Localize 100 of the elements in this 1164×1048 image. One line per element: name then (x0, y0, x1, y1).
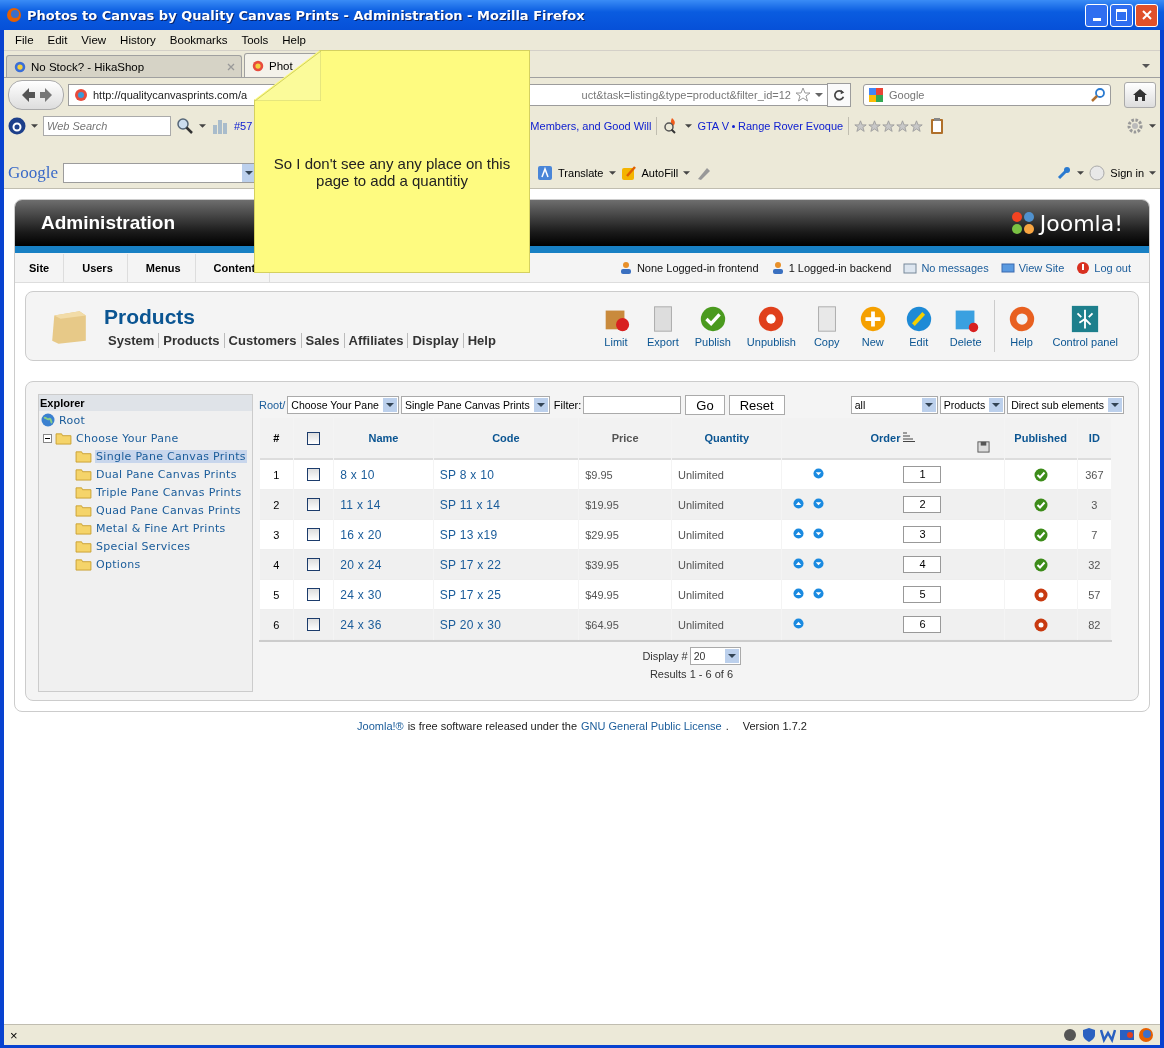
row-checkbox[interactable] (307, 498, 320, 512)
menu-item[interactable]: Tools (234, 34, 276, 46)
star-rating[interactable] (854, 119, 924, 133)
select-all-checkbox[interactable] (307, 431, 320, 445)
row-checkbox[interactable] (307, 558, 320, 572)
check-icon[interactable] (1033, 527, 1048, 542)
footer-link[interactable]: GNU General Public License (581, 720, 722, 732)
column-header[interactable]: Code (492, 432, 520, 444)
menu-item[interactable]: Help (275, 34, 313, 46)
browser-tab[interactable]: No Stock? - HikaShop (6, 55, 242, 77)
submenu-item[interactable]: Sales (305, 332, 340, 348)
filter-select[interactable]: Products (939, 396, 1006, 414)
toolbar-button[interactable]: Translate (558, 167, 604, 179)
tree-item[interactable]: Options (95, 557, 142, 571)
toolbar-button[interactable]: Edit (895, 304, 942, 348)
toolbar-link[interactable]: GTA V (697, 120, 729, 132)
tree-item[interactable]: Root (58, 413, 87, 427)
row-checkbox[interactable] (307, 528, 320, 542)
row-checkbox[interactable] (307, 468, 320, 482)
save-icon[interactable] (976, 440, 990, 453)
move-up-icon[interactable] (792, 618, 804, 629)
breadcrumb-link[interactable]: Root/ (259, 399, 286, 411)
menu-item[interactable]: History (113, 34, 163, 46)
category-select[interactable]: Choose Your Pane (287, 396, 399, 414)
tab-list-icon[interactable] (1142, 63, 1150, 69)
browser-logo-icon[interactable] (1138, 1027, 1154, 1043)
tree-item[interactable]: Special Services (95, 539, 192, 553)
move-up-icon[interactable] (792, 498, 804, 509)
product-code-link[interactable]: SP 8 x 10 (439, 467, 495, 482)
dropdown-icon[interactable] (1149, 123, 1156, 129)
submenu-item[interactable]: Products (163, 332, 220, 348)
move-down-icon[interactable] (812, 588, 824, 599)
dropdown-icon[interactable] (1149, 170, 1156, 176)
row-checkbox[interactable] (307, 618, 320, 632)
wrench-icon[interactable] (1056, 165, 1073, 181)
column-header[interactable]: Published (1014, 432, 1067, 444)
move-down-icon[interactable] (812, 558, 824, 569)
search-field[interactable]: Google (863, 84, 1111, 106)
move-up-icon[interactable] (792, 558, 804, 569)
toolbar-link[interactable]: Range Rover Evoque (738, 120, 844, 132)
column-header[interactable]: ID (1088, 432, 1100, 444)
w-logo-icon[interactable] (1100, 1027, 1116, 1043)
go-button[interactable]: Go (685, 395, 725, 415)
filter-select[interactable]: Direct sub elements (1007, 396, 1124, 414)
submenu-item[interactable]: Customers (228, 332, 297, 348)
toolbar-button[interactable]: Copy (803, 304, 850, 348)
toolbar-button[interactable]: Export (638, 304, 687, 348)
tree-item[interactable]: Single Pane Canvas Prints (95, 449, 247, 463)
toolbar-button[interactable]: Delete (941, 304, 990, 348)
submenu-item[interactable]: Display (412, 332, 459, 348)
dropdown-icon[interactable] (199, 123, 206, 129)
stop-icon[interactable] (1033, 617, 1048, 632)
submenu-item[interactable]: Affiliates (348, 332, 404, 348)
translate-icon[interactable] (537, 165, 554, 181)
filter-select[interactable]: all (850, 396, 938, 414)
status-link[interactable]: View Site (1018, 261, 1065, 274)
move-up-icon[interactable] (792, 528, 804, 539)
toolbar-button[interactable]: Help (998, 304, 1045, 348)
order-field[interactable]: 5 (903, 586, 942, 603)
dropdown-icon[interactable] (31, 123, 38, 129)
toolbar-button[interactable]: Unpublish (738, 304, 804, 348)
check-icon[interactable] (1033, 467, 1048, 482)
reset-button[interactable]: Reset (728, 395, 785, 415)
tree-item[interactable]: Quad Pane Canvas Prints (95, 503, 242, 517)
menu-item[interactable]: File (8, 34, 41, 46)
order-field[interactable]: 3 (903, 526, 942, 543)
close-button[interactable] (1135, 3, 1158, 27)
tree-item[interactable]: Choose Your Pane (75, 431, 180, 445)
collapse-toggle-icon[interactable] (43, 433, 52, 443)
category-select[interactable]: Single Pane Canvas Prints (400, 396, 550, 414)
submenu-item[interactable]: System (108, 332, 155, 348)
shield-icon[interactable] (1081, 1027, 1097, 1043)
admin-menu-item[interactable]: Menus (131, 253, 196, 282)
order-field[interactable]: 2 (903, 496, 942, 513)
move-down-icon[interactable] (812, 528, 824, 539)
back-forward-buttons[interactable] (8, 80, 64, 110)
status-link[interactable]: Log out (1094, 261, 1131, 274)
search-icon[interactable] (176, 117, 194, 135)
check-icon[interactable] (1033, 497, 1048, 512)
move-down-icon[interactable] (812, 468, 824, 479)
order-field[interactable]: 4 (903, 556, 942, 573)
dropdown-icon[interactable] (1077, 170, 1085, 176)
move-up-icon[interactable] (792, 588, 804, 599)
toolbar-link[interactable]: #57 (234, 120, 253, 132)
sign-in-button[interactable]: Sign in (1110, 167, 1144, 179)
close-bar-button[interactable]: × (10, 1027, 18, 1043)
admin-menu-item[interactable]: Site (15, 253, 65, 282)
admin-menu-item[interactable]: Users (68, 253, 128, 282)
home-button[interactable] (1124, 82, 1156, 108)
row-checkbox[interactable] (307, 588, 320, 602)
menu-item[interactable]: View (74, 34, 114, 46)
tree-item[interactable]: Triple Pane Canvas Prints (95, 485, 243, 499)
footer-link[interactable]: Joomla!® (357, 720, 404, 732)
menu-item[interactable]: Bookmarks (162, 34, 235, 46)
maximize-button[interactable] (1110, 3, 1133, 27)
product-name-link[interactable]: 8 x 10 (340, 467, 375, 482)
order-field[interactable]: 1 (903, 466, 942, 483)
dropdown-icon[interactable] (685, 123, 693, 129)
toolbar-button[interactable]: AutoFill (641, 167, 679, 179)
filter-field[interactable] (583, 396, 682, 414)
